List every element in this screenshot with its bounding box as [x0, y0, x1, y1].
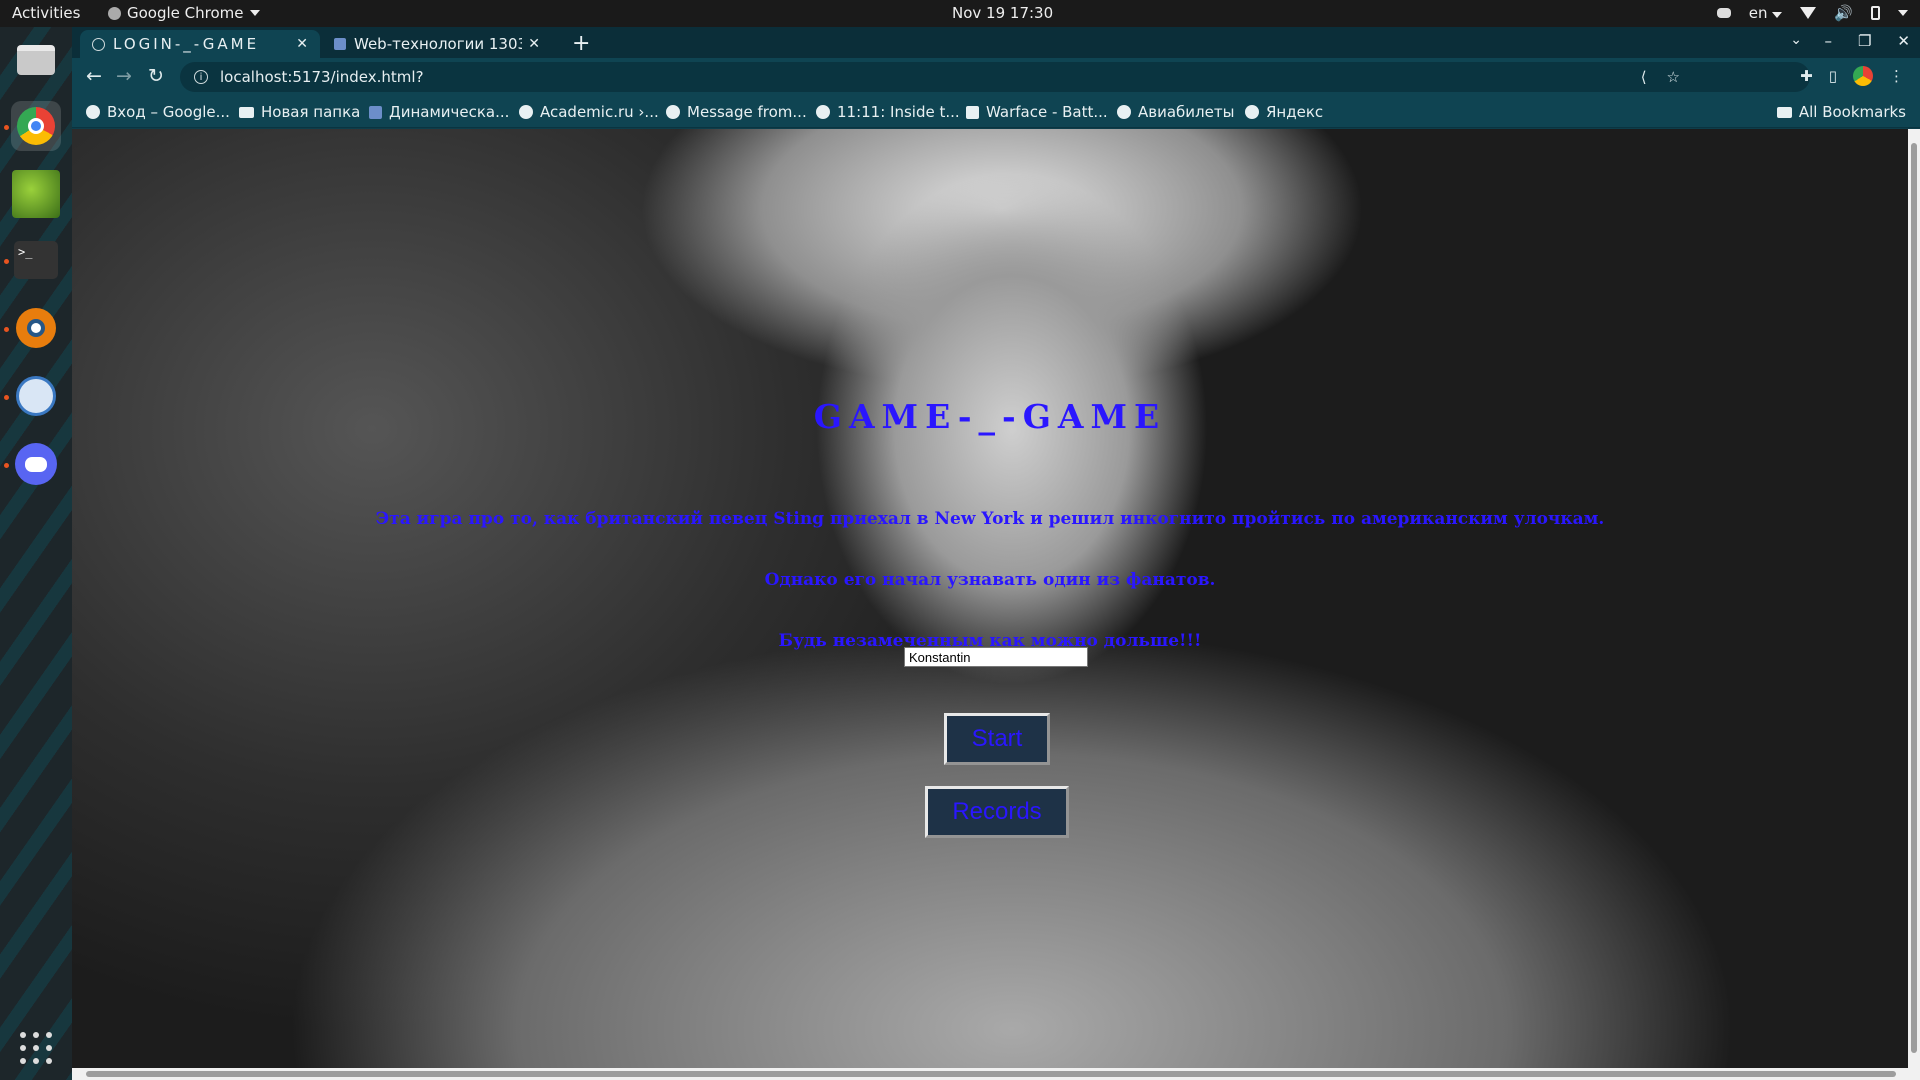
kde-connect-icon[interactable] — [11, 371, 61, 421]
google-icon — [816, 105, 830, 119]
all-bookmarks[interactable]: All Bookmarks — [1776, 103, 1906, 121]
dock: >_ — [0, 27, 72, 1080]
system-top-bar: Activities Google Chrome Nov 19 17:30 en… — [0, 0, 1920, 27]
records-button[interactable]: Records — [925, 786, 1069, 838]
reload-icon[interactable]: ↻ — [148, 65, 164, 87]
close-window-icon[interactable]: ✕ — [1897, 32, 1910, 50]
globe-icon — [666, 105, 680, 119]
intro-line-1: Эта игра про то, как британский певец St… — [375, 509, 1605, 529]
chrome-small-icon — [108, 6, 121, 20]
omnibox-actions: ⟨ ☆ — [1641, 62, 1680, 92]
google-icon — [86, 105, 100, 119]
restore-icon[interactable]: ❐ — [1858, 32, 1871, 50]
page-icon — [369, 105, 382, 119]
scrollbar-thumb[interactable] — [86, 1071, 1896, 1077]
chevron-down-icon — [249, 10, 260, 16]
activities-button[interactable]: Activities — [12, 4, 80, 22]
tab-favicon-icon — [334, 38, 346, 50]
share-icon[interactable]: ⟨ — [1641, 68, 1647, 86]
language-indicator[interactable]: en — [1749, 4, 1783, 22]
discord-icon[interactable] — [11, 439, 61, 489]
bookmark-message[interactable]: Message from... — [666, 103, 807, 121]
bookmark-dynamic[interactable]: Динамическа... — [369, 103, 509, 121]
folder-icon — [239, 106, 254, 118]
running-indicator — [4, 327, 9, 332]
minimize-icon[interactable]: – — [1824, 32, 1832, 50]
start-button[interactable]: Start — [944, 713, 1050, 765]
new-tab-icon[interactable]: + — [572, 31, 590, 56]
running-indicator — [4, 463, 9, 468]
back-arrow-icon[interactable]: ← — [86, 65, 102, 87]
terminal-icon[interactable]: >_ — [11, 235, 61, 285]
tab-search-chevron-icon[interactable]: ⌄ — [1790, 32, 1802, 48]
bookmark-1111[interactable]: 11:11: Inside t... — [816, 103, 960, 121]
folder-icon — [1776, 106, 1792, 118]
warface-icon — [966, 105, 979, 119]
tab-title: LOGIN-_-GAME — [113, 35, 260, 53]
forward-arrow-icon[interactable]: → — [116, 65, 132, 87]
intro-line-2: Однако его начал узнавать один из фанато… — [764, 570, 1216, 590]
show-apps-icon[interactable] — [20, 1032, 52, 1064]
window-controls: – ❐ ✕ — [1824, 32, 1910, 50]
extension-area: ✚ ▯ ⋮ — [1800, 66, 1904, 86]
clock[interactable]: Nov 19 17:30 — [952, 4, 1053, 22]
discord-tray-icon — [1716, 8, 1731, 18]
system-tray[interactable]: en 🔊 — [1716, 4, 1908, 22]
background-photo — [72, 129, 1920, 1080]
tab-login-game[interactable]: LOGIN-_-GAME ✕ — [80, 30, 320, 58]
bookmark-aviabilety[interactable]: Авиабилеты — [1117, 103, 1234, 121]
app-name: Google Chrome — [127, 4, 244, 22]
running-indicator — [4, 395, 9, 400]
tab-strip: LOGIN-_-GAME ✕ Web-технологии 1303, 1 ✕ … — [72, 27, 1920, 58]
vertical-scrollbar[interactable] — [1908, 129, 1920, 1068]
page-title: GAME-_-GAME — [813, 397, 1167, 436]
scrollbar-thumb[interactable] — [1911, 143, 1917, 1053]
site-info-icon[interactable]: i — [194, 70, 208, 84]
bookmark-academic[interactable]: Academic.ru ›... — [519, 103, 659, 121]
bookmark-warface[interactable]: Warface - Batt... — [966, 103, 1108, 121]
browser-toolbar: ← → ↻ i localhost:5173/index.html? ⟨ ☆ ✚… — [72, 58, 1920, 96]
files-icon[interactable] — [11, 35, 61, 85]
page-viewport: GAME-_-GAME Эта игра про то, как британс… — [72, 129, 1920, 1080]
globe-icon — [1117, 105, 1131, 119]
wifi-icon — [1800, 7, 1817, 19]
globe-icon — [92, 37, 105, 51]
blender-icon[interactable] — [11, 303, 61, 353]
app-menu[interactable]: Google Chrome — [108, 4, 260, 22]
player-name-input[interactable] — [904, 647, 1088, 667]
globe-icon — [1245, 105, 1259, 119]
extensions-puzzle-icon[interactable]: ✚ — [1800, 67, 1813, 85]
volume-icon: 🔊 — [1834, 4, 1853, 22]
running-indicator — [4, 125, 9, 130]
profile-avatar-icon[interactable] — [1853, 66, 1873, 86]
close-tab-icon[interactable]: ✕ — [528, 36, 540, 52]
menu-kebab-icon[interactable]: ⋮ — [1889, 67, 1904, 85]
bookmark-yandex[interactable]: Яндекс — [1245, 103, 1323, 121]
address-bar[interactable]: i localhost:5173/index.html? ⟨ ☆ — [180, 62, 1810, 92]
side-panel-icon[interactable]: ▯ — [1829, 67, 1837, 85]
bookmarks-bar: Вход – Google... Новая папка Динамическа… — [72, 96, 1920, 128]
tab-title: Web-технологии 1303, 1 — [354, 35, 523, 53]
globe-icon — [519, 105, 533, 119]
close-tab-icon[interactable]: ✕ — [296, 36, 308, 52]
bookmark-google-login[interactable]: Вход – Google... — [86, 103, 230, 121]
horizontal-scrollbar[interactable] — [72, 1068, 1920, 1080]
running-indicator — [4, 259, 9, 264]
tab-web-tech[interactable]: Web-технологии 1303, 1 ✕ — [322, 30, 552, 58]
browser-window: LOGIN-_-GAME ✕ Web-технологии 1303, 1 ✕ … — [72, 27, 1920, 1080]
url-text: localhost:5173/index.html? — [220, 68, 424, 86]
battery-icon — [1871, 6, 1880, 20]
system-menu-chevron-icon[interactable] — [1898, 10, 1908, 16]
chrome-icon[interactable] — [11, 101, 61, 151]
bookmark-star-icon[interactable]: ☆ — [1667, 68, 1680, 86]
bookmark-new-folder[interactable]: Новая папка — [239, 103, 360, 121]
image-viewer-icon[interactable] — [11, 169, 61, 219]
